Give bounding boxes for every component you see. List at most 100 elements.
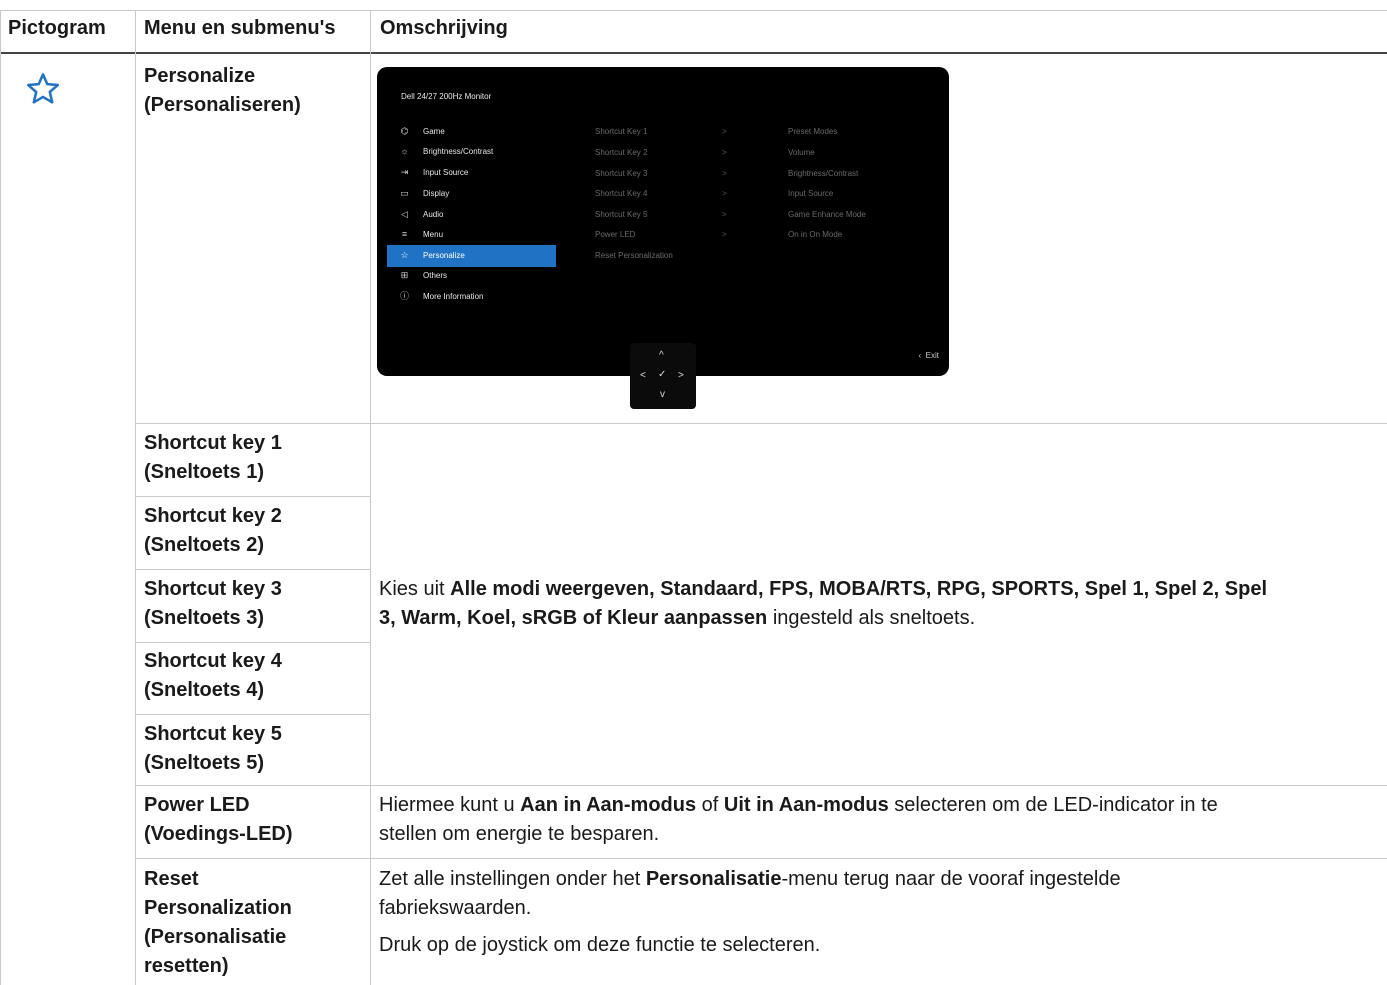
desc-text: Kies uit — [379, 578, 451, 600]
osd-submenu-item: Power LED — [595, 230, 636, 239]
desc-text: selecteren om de LED-indicator in te — [888, 794, 1218, 816]
osd-value: Brightness/Contrast — [788, 169, 859, 178]
row-reset-personalization-label: Reset Personalization (Personalisatie re… — [144, 865, 292, 981]
desc-line-1: Kies uit Alle modi weergeven, Standaard,… — [379, 575, 1384, 604]
osd-submenu-item: Shortcut Key 3 — [595, 169, 648, 178]
reset-description: Zet alle instellingen onder het Personal… — [379, 865, 1384, 960]
osd-menu-display: ▭ Display — [387, 183, 556, 205]
desc-bold: Personalisatie — [645, 868, 782, 890]
header-pictogram: Pictogram — [8, 17, 106, 39]
osd-menu-label: Menu — [423, 230, 444, 239]
row-shortcut-key-1-label: Shortcut key 1 (Sneltoets 1) — [144, 429, 282, 487]
display-icon: ▭ — [400, 188, 409, 198]
row-divider — [135, 785, 1387, 786]
row-personalize-label: Personalize (Personaliseren) — [144, 62, 301, 120]
label-nl: (Sneltoets 5) — [144, 752, 265, 774]
row-shortcut-key-4-label: Shortcut key 4 (Sneltoets 4) — [144, 647, 282, 705]
row-shortcut-key-5-label: Shortcut key 5 (Sneltoets 5) — [144, 720, 282, 778]
header-divider — [0, 52, 1387, 54]
osd-submenu-item: Shortcut Key 1 — [595, 127, 648, 136]
chevron-up-icon: ^ — [659, 350, 664, 361]
label-en: Shortcut key 4 — [144, 650, 282, 672]
desc-line-2: fabriekswaarden. — [379, 897, 532, 919]
osd-menu-input-source: ⇥ Input Source — [387, 162, 556, 184]
desc-bold: Uit in Aan-modus — [723, 794, 889, 816]
desc-text: ingesteld als sneltoets. — [767, 607, 976, 629]
osd-menu-audio: ◁ Audio — [387, 204, 556, 226]
label-en: Shortcut key 5 — [144, 723, 282, 745]
joystick-panel: ^ < ✓ > v — [630, 343, 696, 409]
star-icon: ☆ — [400, 250, 409, 260]
chevron-right-icon: > — [722, 230, 727, 239]
desc-bold: 3, Warm, Koel, sRGB of Kleur aanpassen — [379, 607, 768, 629]
label-en: Shortcut key 1 — [144, 432, 282, 454]
input-source-icon: ⇥ — [400, 167, 409, 177]
row-divider — [135, 714, 370, 715]
osd-menu-label: Brightness/Contrast — [423, 147, 494, 156]
row-divider — [135, 423, 1387, 424]
table-top-border — [0, 10, 1387, 11]
table-left-border — [0, 10, 1, 985]
row-divider — [135, 642, 370, 643]
desc-bold: Aan in Aan-modus — [520, 794, 697, 816]
desc-line-2: stellen om energie te besparen. — [379, 823, 660, 845]
desc-line-2: 3, Warm, Koel, sRGB of Kleur aanpassen i… — [379, 604, 1384, 633]
osd-menu-game: ⌬ Game — [387, 121, 556, 143]
label-en: Shortcut key 3 — [144, 578, 282, 600]
desc-text: of — [696, 794, 724, 816]
osd-submenu-item: Reset Personalization — [595, 251, 673, 260]
osd-menu-menu: ≡ Menu — [387, 224, 556, 246]
shortcut-description: Kies uit Alle modi weergeven, Standaard,… — [379, 575, 1384, 633]
desc-text: Zet alle instellingen onder het — [379, 868, 646, 890]
osd-menu-more-information: ⓘ More Information — [387, 286, 556, 308]
osd-submenu-item: Shortcut Key 5 — [595, 210, 648, 219]
osd-submenu-item: Shortcut Key 2 — [595, 148, 648, 157]
desc-bold: Alle modi weergeven, Standaard, FPS, MOB… — [450, 578, 1268, 600]
osd-value: Input Source — [788, 189, 834, 198]
check-icon: ✓ — [658, 369, 667, 380]
header-menu: Menu en submenu's — [144, 17, 336, 39]
osd-menu-label: Game — [423, 127, 445, 136]
desc-line-1: Zet alle instellingen onder het Personal… — [379, 865, 1384, 894]
osd-menu-personalize: ☆ Personalize — [387, 245, 556, 267]
osd-exit: ‹ Exit — [919, 351, 939, 360]
row-shortcut-key-2-label: Shortcut key 2 (Sneltoets 2) — [144, 502, 282, 560]
menu-table: Pictogram Menu en submenu's Omschrijving… — [0, 0, 1387, 985]
menu-icon: ≡ — [401, 229, 408, 239]
label-nl: (Sneltoets 1) — [144, 461, 265, 483]
chevron-right-icon: > — [722, 169, 727, 178]
desc-text: Hiermee kunt u — [379, 794, 521, 816]
label-line: (Personalisatie — [144, 926, 287, 948]
osd-menu-label: Personalize — [423, 251, 465, 260]
chevron-right-icon: > — [722, 127, 727, 136]
osd-menu-label: Input Source — [423, 168, 469, 177]
osd-exit-label: Exit — [925, 351, 939, 360]
label-line: Reset — [144, 868, 199, 890]
chevron-right-icon: > — [722, 189, 727, 198]
chevron-right-icon: > — [722, 148, 727, 157]
chevron-right-icon: > — [678, 370, 684, 381]
label-nl: (Sneltoets 4) — [144, 679, 265, 701]
osd-value: Volume — [788, 148, 815, 157]
row-divider — [135, 858, 1387, 859]
label-en: Shortcut key 2 — [144, 505, 282, 527]
gamepad-icon: ⌬ — [400, 126, 409, 136]
osd-value: On in On Mode — [788, 230, 843, 239]
others-icon: ⊞ — [400, 270, 409, 280]
desc-line-3: Druk op de joystick om deze functie te s… — [379, 934, 821, 956]
star-outline-icon — [27, 73, 59, 104]
power-led-description: Hiermee kunt u Aan in Aan-modus of Uit i… — [379, 791, 1384, 849]
chevron-right-icon: > — [722, 210, 727, 219]
label-nl: (Sneltoets 3) — [144, 607, 265, 629]
osd-screenshot: Dell 24/27 200Hz Monitor ⌬ Game ☼ Brightne… — [377, 67, 949, 376]
osd-menu-label: Display — [423, 189, 450, 198]
label-en: Power LED — [144, 794, 250, 816]
chevron-left-icon: ‹ — [918, 351, 926, 360]
col-divider-1 — [135, 10, 136, 985]
osd-value: Game Enhance Mode — [788, 210, 866, 219]
chevron-down-icon: v — [660, 389, 665, 400]
desc-text: -menu terug naar de vooraf ingestelde — [781, 868, 1121, 890]
osd-menu-label: Audio — [423, 210, 444, 219]
osd-value: Preset Modes — [788, 127, 838, 136]
row-divider — [135, 496, 370, 497]
